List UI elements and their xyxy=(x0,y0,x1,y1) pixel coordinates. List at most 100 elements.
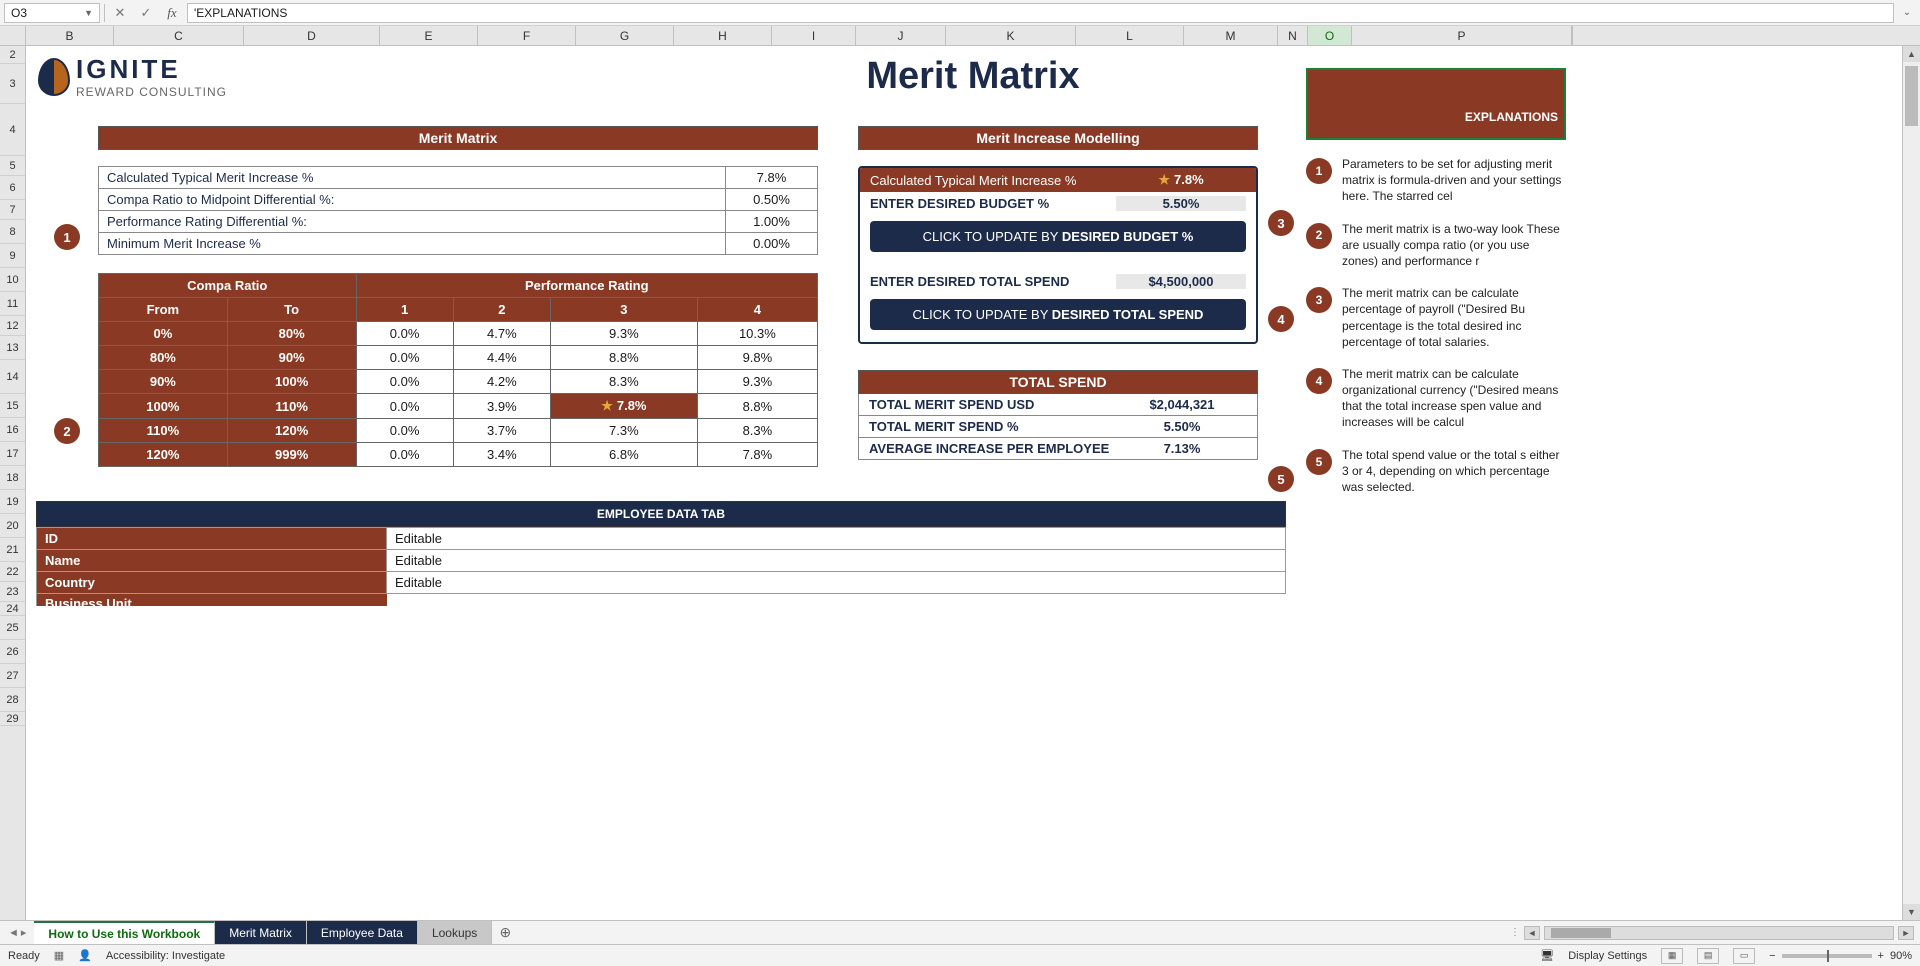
vertical-scrollbar[interactable]: ▲ ▼ xyxy=(1902,46,1920,920)
param-value[interactable]: 1.00% xyxy=(726,211,818,233)
col-header-N[interactable]: N xyxy=(1278,26,1308,45)
sheet-tab[interactable]: Employee Data xyxy=(307,921,418,944)
row-header-24[interactable]: 24 xyxy=(0,602,25,616)
emp-value[interactable]: Editable xyxy=(387,550,1286,572)
horizontal-scrollbar[interactable]: ⋮ ◄ ► xyxy=(518,921,1920,944)
hscroll-right-icon[interactable]: ► xyxy=(1898,926,1914,940)
col-header-P[interactable]: P xyxy=(1352,26,1572,45)
model-spend-label: ENTER DESIRED TOTAL SPEND xyxy=(870,274,1116,289)
mm-cell: 0.0% xyxy=(356,370,453,394)
sheet-tab[interactable]: Lookups xyxy=(418,921,492,944)
param-value[interactable]: 0.50% xyxy=(726,189,818,211)
col-header-L[interactable]: L xyxy=(1076,26,1184,45)
row-header-11[interactable]: 11 xyxy=(0,292,25,316)
row-header-26[interactable]: 26 xyxy=(0,640,25,664)
mm-p4: 4 xyxy=(697,298,817,322)
tab-first-icon[interactable]: ◄ xyxy=(8,927,19,939)
sheet-tab[interactable]: How to Use this Workbook xyxy=(34,921,215,944)
scroll-down-icon[interactable]: ▼ xyxy=(1903,904,1920,920)
macro-icon[interactable]: ▦ xyxy=(54,949,64,962)
mm-from: 100% xyxy=(99,394,228,419)
emp-value[interactable]: Editable xyxy=(387,528,1286,550)
col-header-C[interactable]: C xyxy=(114,26,244,45)
row-header-16[interactable]: 16 xyxy=(0,418,25,442)
row-header-4[interactable]: 4 xyxy=(0,104,25,156)
enter-icon[interactable]: ✓ xyxy=(135,3,157,23)
col-header-O[interactable]: O xyxy=(1308,26,1352,45)
sheet-tab[interactable]: Merit Matrix xyxy=(215,921,307,944)
row-header-10[interactable]: 10 xyxy=(0,268,25,292)
select-all-corner[interactable] xyxy=(0,26,26,45)
zoom-control[interactable]: − + 90% xyxy=(1769,950,1912,962)
param-value[interactable]: 0.00% xyxy=(726,233,818,255)
model-spend-input[interactable]: $4,500,000 xyxy=(1116,274,1246,289)
row-header-2[interactable]: 2 xyxy=(0,46,25,64)
row-header-7[interactable]: 7 xyxy=(0,200,25,220)
row-header-28[interactable]: 28 xyxy=(0,688,25,712)
col-header-B[interactable]: B xyxy=(26,26,114,45)
update-spend-button[interactable]: CLICK TO UPDATE BY DESIRED TOTAL SPEND xyxy=(870,299,1246,330)
status-display[interactable]: Display Settings xyxy=(1568,950,1647,962)
hscroll-track[interactable] xyxy=(1544,926,1894,940)
display-settings-icon[interactable]: 🖥 xyxy=(1540,949,1554,962)
col-header-G[interactable]: G xyxy=(576,26,674,45)
vscroll-track[interactable] xyxy=(1903,62,1920,904)
vscroll-thumb[interactable] xyxy=(1905,66,1918,126)
row-header-27[interactable]: 27 xyxy=(0,664,25,688)
zoom-in-icon[interactable]: + xyxy=(1878,950,1884,962)
logo-small: REWARD CONSULTING xyxy=(76,85,227,99)
formula-input[interactable]: 'EXPLANATIONS xyxy=(187,3,1894,23)
col-header-J[interactable]: J xyxy=(856,26,946,45)
col-header-M[interactable]: M xyxy=(1184,26,1278,45)
view-break-icon[interactable]: ▭ xyxy=(1733,948,1755,964)
zoom-slider[interactable] xyxy=(1782,954,1872,958)
row-header-6[interactable]: 6 xyxy=(0,176,25,200)
col-header-E[interactable]: E xyxy=(380,26,478,45)
view-normal-icon[interactable]: ▦ xyxy=(1661,948,1683,964)
worksheet-grid[interactable]: 2345678910111213141516171819202122232425… xyxy=(0,46,1920,920)
view-layout-icon[interactable]: ▤ xyxy=(1697,948,1719,964)
tab-split-icon[interactable]: ⋮ xyxy=(1510,927,1520,938)
fx-icon[interactable]: fx xyxy=(161,3,183,23)
row-header-9[interactable]: 9 xyxy=(0,244,25,268)
row-header-14[interactable]: 14 xyxy=(0,360,25,394)
row-header-17[interactable]: 17 xyxy=(0,442,25,466)
zoom-value[interactable]: 90% xyxy=(1890,950,1912,962)
row-header-8[interactable]: 8 xyxy=(0,220,25,244)
row-header-23[interactable]: 23 xyxy=(0,582,25,602)
cancel-icon[interactable]: ✕ xyxy=(109,3,131,23)
expand-formula-icon[interactable]: ⌄ xyxy=(1898,7,1916,18)
row-header-25[interactable]: 25 xyxy=(0,616,25,640)
row-header-29[interactable]: 29 xyxy=(0,712,25,726)
hscroll-thumb[interactable] xyxy=(1551,928,1611,938)
row-header-3[interactable]: 3 xyxy=(0,64,25,104)
add-sheet-button[interactable]: ⊕ xyxy=(492,921,518,944)
row-header-12[interactable]: 12 xyxy=(0,316,25,336)
row-header-20[interactable]: 20 xyxy=(0,514,25,538)
row-header-21[interactable]: 21 xyxy=(0,538,25,562)
col-header-I[interactable]: I xyxy=(772,26,856,45)
row-header-15[interactable]: 15 xyxy=(0,394,25,418)
cells-area[interactable]: IGNITE REWARD CONSULTING Merit Matrix Me… xyxy=(26,46,1920,920)
model-spend-row: ENTER DESIRED TOTAL SPEND $4,500,000 xyxy=(860,270,1256,293)
row-header-18[interactable]: 18 xyxy=(0,466,25,490)
row-header-22[interactable]: 22 xyxy=(0,562,25,582)
row-header-13[interactable]: 13 xyxy=(0,336,25,360)
row-header-5[interactable]: 5 xyxy=(0,156,25,176)
name-box[interactable]: O3 ▼ xyxy=(4,3,100,23)
status-accessibility[interactable]: Accessibility: Investigate xyxy=(106,950,225,962)
accessibility-icon[interactable]: 👤 xyxy=(78,949,92,962)
col-header-K[interactable]: K xyxy=(946,26,1076,45)
zoom-out-icon[interactable]: − xyxy=(1769,950,1775,962)
col-header-H[interactable]: H xyxy=(674,26,772,45)
update-budget-button[interactable]: CLICK TO UPDATE BY DESIRED BUDGET % xyxy=(870,221,1246,252)
tab-prev-icon[interactable]: ▸ xyxy=(21,926,27,939)
model-budget-input[interactable]: 5.50% xyxy=(1116,196,1246,211)
col-header-D[interactable]: D xyxy=(244,26,380,45)
emp-value[interactable]: Editable xyxy=(387,572,1286,594)
param-value[interactable]: 7.8% xyxy=(726,167,818,189)
scroll-up-icon[interactable]: ▲ xyxy=(1903,46,1920,62)
col-header-F[interactable]: F xyxy=(478,26,576,45)
row-header-19[interactable]: 19 xyxy=(0,490,25,514)
hscroll-left-icon[interactable]: ◄ xyxy=(1524,926,1540,940)
